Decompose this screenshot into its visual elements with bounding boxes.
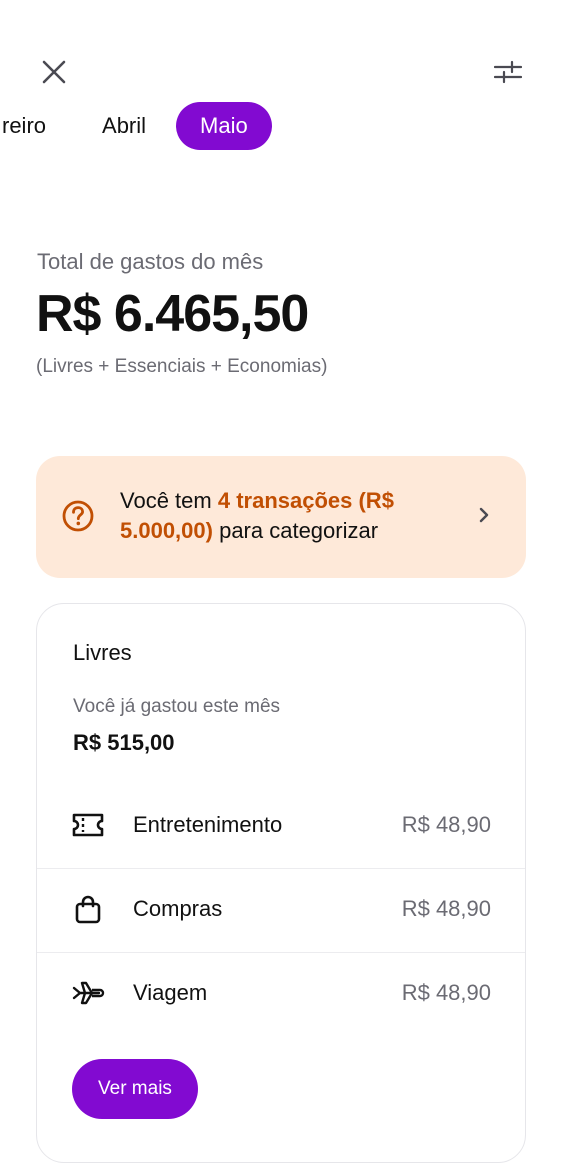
shopping-bag-icon (75, 895, 101, 924)
alert-text: Você tem 4 transações (R$ 5.000,00) para… (120, 486, 450, 546)
category-value: R$ 48,90 (401, 896, 491, 921)
question-icon (62, 500, 94, 532)
summary-label: Total de gastos do mês (37, 249, 264, 274)
ver-mais-button[interactable]: Ver mais (72, 1059, 198, 1119)
category-name: Entretenimento (133, 812, 283, 837)
category-name: Compras (133, 896, 223, 921)
category-row-compras[interactable]: Compras R$ 48,90 (37, 868, 525, 953)
category-value: R$ 48,90 (401, 980, 491, 1005)
category-name: Viagem (133, 980, 208, 1005)
month-tabs: reiro Abril Maio (0, 102, 272, 150)
close-icon (42, 60, 66, 84)
category-value: R$ 48,90 (401, 812, 491, 837)
ticket-icon (72, 813, 104, 837)
filter-button[interactable] (490, 54, 526, 90)
uncategorized-alert[interactable]: Você tem 4 transações (R$ 5.000,00) para… (36, 456, 526, 578)
tab-abril[interactable]: Abril (84, 102, 164, 150)
card-subtitle: Você já gastou este mês (73, 696, 281, 717)
category-row-entretenimento[interactable]: Entretenimento R$ 48,90 (37, 784, 525, 869)
tab-fevereiro[interactable]: reiro (0, 102, 64, 150)
tab-maio[interactable]: Maio (176, 102, 272, 150)
summary-note: (Livres + Essenciais + Economias) (36, 356, 328, 377)
alert-suffix: para categorizar (212, 518, 379, 543)
sliders-icon (494, 60, 522, 84)
summary-amount: R$ 6.465,50 (36, 285, 309, 343)
alert-prefix: Você tem (120, 488, 218, 513)
airplane-icon (72, 981, 105, 1005)
chevron-right-icon (479, 507, 489, 523)
close-button[interactable] (36, 54, 72, 90)
card-title: Livres (73, 640, 132, 665)
card-spent-amount: R$ 515,00 (73, 730, 175, 755)
livres-card: Livres Você já gastou este mês R$ 515,00… (36, 603, 526, 1163)
category-row-viagem[interactable]: Viagem R$ 48,90 (37, 952, 525, 1036)
